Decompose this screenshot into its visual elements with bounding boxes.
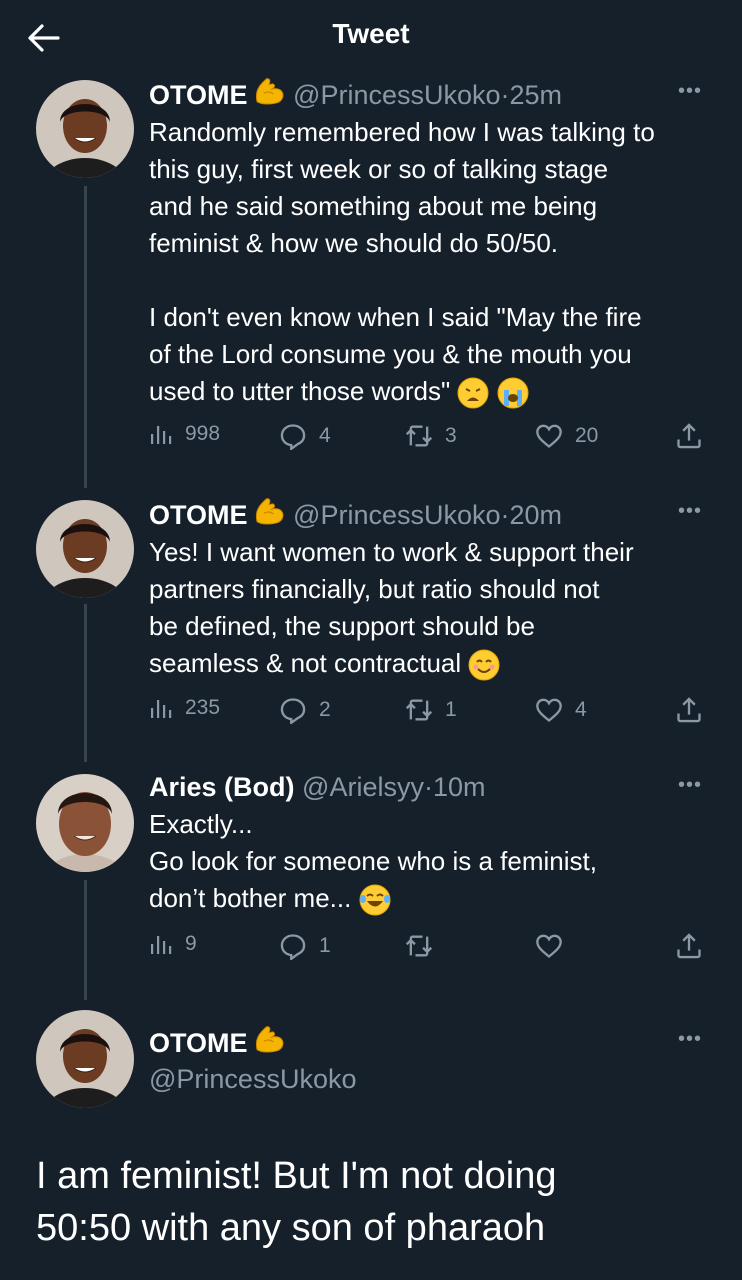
avatar[interactable] bbox=[36, 1010, 134, 1108]
reply-button[interactable]: 2 bbox=[279, 696, 331, 724]
like-button[interactable]: 4 bbox=[535, 696, 587, 724]
like-button[interactable]: 20 bbox=[535, 422, 598, 450]
retweet-count: 3 bbox=[445, 424, 457, 447]
share-icon bbox=[675, 422, 703, 450]
tweet-text-content: Randomly remembered how I was talking to… bbox=[149, 117, 655, 406]
laughing-tears-face-icon bbox=[359, 884, 391, 916]
share-button[interactable] bbox=[675, 696, 715, 724]
tweet-actions: 998 4 3 20 bbox=[149, 422, 709, 456]
reply-icon bbox=[279, 696, 307, 724]
smiling-face-icon bbox=[468, 649, 500, 681]
user-handle[interactable]: @Arielsyy bbox=[302, 772, 424, 802]
separator-dot: · bbox=[500, 80, 510, 110]
like-button[interactable] bbox=[535, 932, 575, 960]
views-count: 235 bbox=[185, 696, 221, 719]
tweet-text: Exactly... Go look for someone who is a … bbox=[149, 806, 719, 917]
main-tweet-text: I am feminist! But I'm not doing 50:50 w… bbox=[36, 1150, 716, 1254]
thread-line bbox=[84, 186, 87, 488]
retweet-button[interactable] bbox=[405, 932, 445, 960]
more-options-icon[interactable]: ••• bbox=[678, 500, 702, 523]
separator-dot: · bbox=[423, 772, 433, 802]
views-button[interactable]: 9 bbox=[149, 932, 197, 956]
main-tweet-text-content: I am feminist! But I'm not doing 50:50 w… bbox=[36, 1155, 557, 1249]
retweet-icon bbox=[405, 932, 433, 960]
tweet-text: Yes! I want women to work & support thei… bbox=[149, 534, 719, 682]
reply-button[interactable]: 4 bbox=[279, 422, 331, 450]
like-count: 20 bbox=[575, 424, 599, 447]
separator-dot: · bbox=[500, 500, 510, 530]
views-count: 9 bbox=[185, 932, 197, 955]
reply-count: 2 bbox=[319, 698, 331, 721]
retweet-count: 1 bbox=[445, 698, 457, 721]
share-button[interactable] bbox=[675, 932, 715, 960]
avatar[interactable] bbox=[36, 774, 134, 872]
more-options-icon[interactable]: ••• bbox=[678, 80, 702, 103]
loudly-crying-face-icon bbox=[497, 377, 529, 409]
thread-line bbox=[84, 880, 87, 1000]
timestamp[interactable]: 10m bbox=[433, 772, 486, 802]
main-tweet-name-row: OTOME bbox=[149, 1024, 719, 1060]
tweet-actions: 9 1 bbox=[149, 932, 709, 966]
views-count: 998 bbox=[185, 422, 221, 445]
tweet-text: Randomly remembered how I was talking to… bbox=[149, 114, 719, 410]
tweet[interactable]: OTOME @PrincessUkoko·20m Yes! I want wom… bbox=[149, 496, 719, 682]
more-options-icon[interactable]: ••• bbox=[678, 1028, 702, 1051]
tweet-header: Aries (Bod) @Arielsyy·10m bbox=[149, 770, 719, 804]
reply-count: 4 bbox=[319, 424, 331, 447]
like-count: 4 bbox=[575, 698, 587, 721]
page-title: Tweet bbox=[332, 18, 410, 49]
tweet-text-content: Yes! I want women to work & support thei… bbox=[149, 537, 634, 678]
display-name[interactable]: OTOME bbox=[149, 80, 248, 110]
retweet-button[interactable]: 1 bbox=[405, 696, 457, 724]
user-handle[interactable]: @PrincessUkoko bbox=[293, 500, 500, 530]
user-handle[interactable]: @PrincessUkoko bbox=[149, 1062, 719, 1096]
views-icon bbox=[149, 932, 173, 956]
share-button[interactable] bbox=[675, 422, 715, 450]
timestamp[interactable]: 20m bbox=[510, 500, 563, 530]
timestamp[interactable]: 25m bbox=[510, 80, 563, 110]
heart-icon bbox=[535, 696, 563, 724]
user-handle[interactable]: @PrincessUkoko bbox=[293, 80, 500, 110]
heart-icon bbox=[535, 422, 563, 450]
views-icon bbox=[149, 696, 173, 720]
reply-button[interactable]: 1 bbox=[279, 932, 331, 960]
share-icon bbox=[675, 932, 703, 960]
retweet-icon bbox=[405, 422, 433, 450]
weary-face-icon bbox=[457, 377, 489, 409]
flexed-biceps-icon bbox=[252, 76, 286, 107]
flexed-biceps-icon bbox=[252, 496, 286, 527]
avatar[interactable] bbox=[36, 80, 134, 178]
top-bar: Tweet bbox=[0, 0, 742, 76]
display-name[interactable]: Aries (Bod) bbox=[149, 772, 295, 802]
reply-count: 1 bbox=[319, 934, 331, 957]
views-button[interactable]: 235 bbox=[149, 696, 220, 720]
tweet-header: OTOME @PrincessUkoko·25m bbox=[149, 76, 719, 112]
display-name[interactable]: OTOME bbox=[149, 1028, 248, 1058]
views-button[interactable]: 998 bbox=[149, 422, 220, 446]
retweet-button[interactable]: 3 bbox=[405, 422, 457, 450]
retweet-icon bbox=[405, 696, 433, 724]
tweet-actions: 235 2 1 4 bbox=[149, 696, 709, 730]
more-options-icon[interactable]: ••• bbox=[678, 774, 702, 797]
flexed-biceps-icon bbox=[252, 1024, 286, 1055]
tweet[interactable]: OTOME @PrincessUkoko·25m Randomly rememb… bbox=[149, 76, 719, 410]
reply-icon bbox=[279, 422, 307, 450]
reply-icon bbox=[279, 932, 307, 960]
thread-line bbox=[84, 604, 87, 762]
tweet[interactable]: Aries (Bod) @Arielsyy·10m Exactly... Go … bbox=[149, 770, 719, 917]
share-icon bbox=[675, 696, 703, 724]
views-icon bbox=[149, 422, 173, 446]
tweet-header: OTOME @PrincessUkoko·20m bbox=[149, 496, 719, 532]
avatar[interactable] bbox=[36, 500, 134, 598]
heart-icon bbox=[535, 932, 563, 960]
display-name[interactable]: OTOME bbox=[149, 500, 248, 530]
main-tweet-header: OTOME @PrincessUkoko bbox=[149, 1024, 719, 1096]
